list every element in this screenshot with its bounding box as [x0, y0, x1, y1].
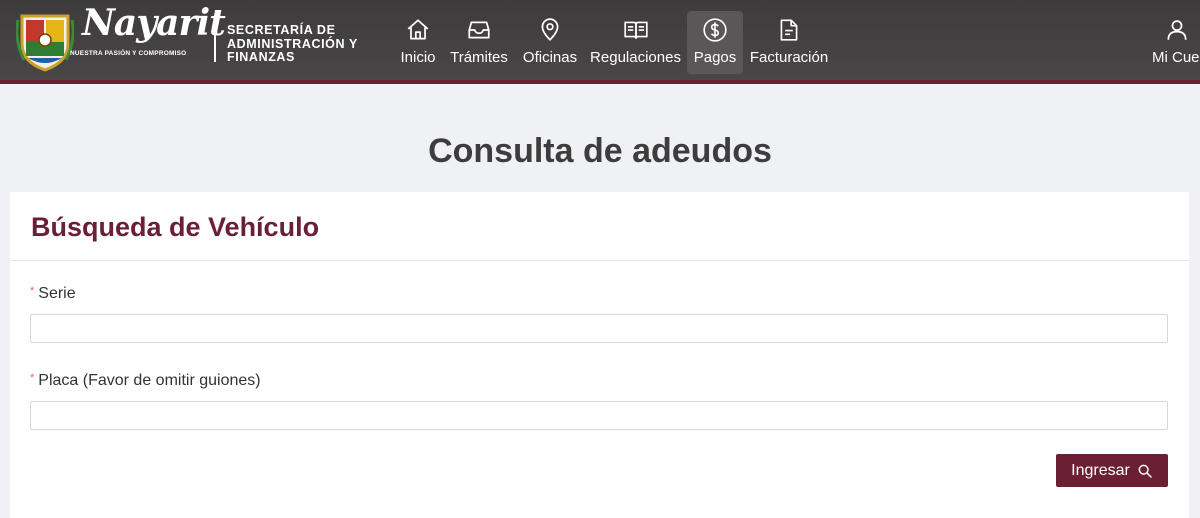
placa-label-text: Placa (Favor de omitir guiones) [38, 372, 261, 389]
ingresar-button-label: Ingresar [1071, 461, 1130, 479]
book-icon [623, 21, 648, 39]
ingresar-button[interactable]: Ingresar [1056, 454, 1168, 487]
logo-tagline: NUESTRA PASIÓN Y COMPROMISO [70, 50, 187, 57]
department-line: ADMINISTRACIÓN Y [227, 36, 358, 51]
dollar-circle-icon [703, 18, 727, 42]
nav-label: Pagos [693, 49, 737, 66]
card-header: Búsqueda de Vehículo [10, 192, 1189, 261]
nav-label: Oficinas [522, 49, 578, 66]
brand-divider [214, 26, 216, 62]
nav-item-tramites[interactable]: Trámites [448, 11, 510, 74]
page-title: Consulta de adeudos [428, 132, 772, 170]
brand-home-link[interactable] [16, 10, 74, 72]
required-marker: * [30, 285, 35, 297]
card-title: Búsqueda de Vehículo [31, 212, 320, 242]
user-icon [1167, 20, 1187, 40]
serie-label: * Serie [30, 285, 76, 303]
top-navigation-bar: Nayarit NUESTRA PASIÓN Y COMPROMISO SECR… [0, 0, 1200, 84]
placa-label: * Placa (Favor de omitir guiones) [30, 372, 261, 390]
state-seal-icon [16, 14, 74, 72]
nav-item-regulaciones[interactable]: Regulaciones [589, 11, 682, 74]
vehicle-search-card: Búsqueda de Vehículo * Serie * Placa (Favo… [10, 192, 1189, 518]
department-line: FINANZAS [227, 50, 295, 64]
inbox-icon [468, 21, 490, 39]
placa-input[interactable] [30, 401, 1168, 430]
nav-label: Trámites [450, 49, 508, 66]
document-icon [780, 19, 798, 41]
nav-label: Regulaciones [590, 49, 681, 66]
nav-label: Facturación [749, 49, 829, 66]
location-pin-icon [541, 18, 559, 41]
nav-label: Inicio [400, 49, 436, 66]
serie-input[interactable] [30, 314, 1168, 343]
nav-item-pagos[interactable]: Pagos [687, 11, 743, 74]
nav-label: Mi Cuenta [1152, 49, 1200, 66]
search-icon [1138, 464, 1152, 478]
department-name: SECRETARÍA DE ADMINISTRACIÓN Y FINANZAS [227, 23, 377, 65]
home-icon [407, 19, 429, 40]
nav-item-oficinas[interactable]: Oficinas [520, 11, 580, 74]
department-line: SECRETARÍA DE [227, 23, 336, 37]
serie-label-text: Serie [38, 285, 76, 302]
nav-item-mi-cuenta[interactable]: Mi Cuenta [1150, 11, 1200, 74]
required-marker: * [30, 372, 35, 384]
logo-wordmark: Nayarit [82, 2, 226, 44]
nayarit-logo: Nayarit NUESTRA PASIÓN Y COMPROMISO [68, 2, 226, 64]
nav-item-facturacion[interactable]: Facturación [749, 11, 829, 74]
nav-item-inicio[interactable]: Inicio [398, 11, 438, 74]
